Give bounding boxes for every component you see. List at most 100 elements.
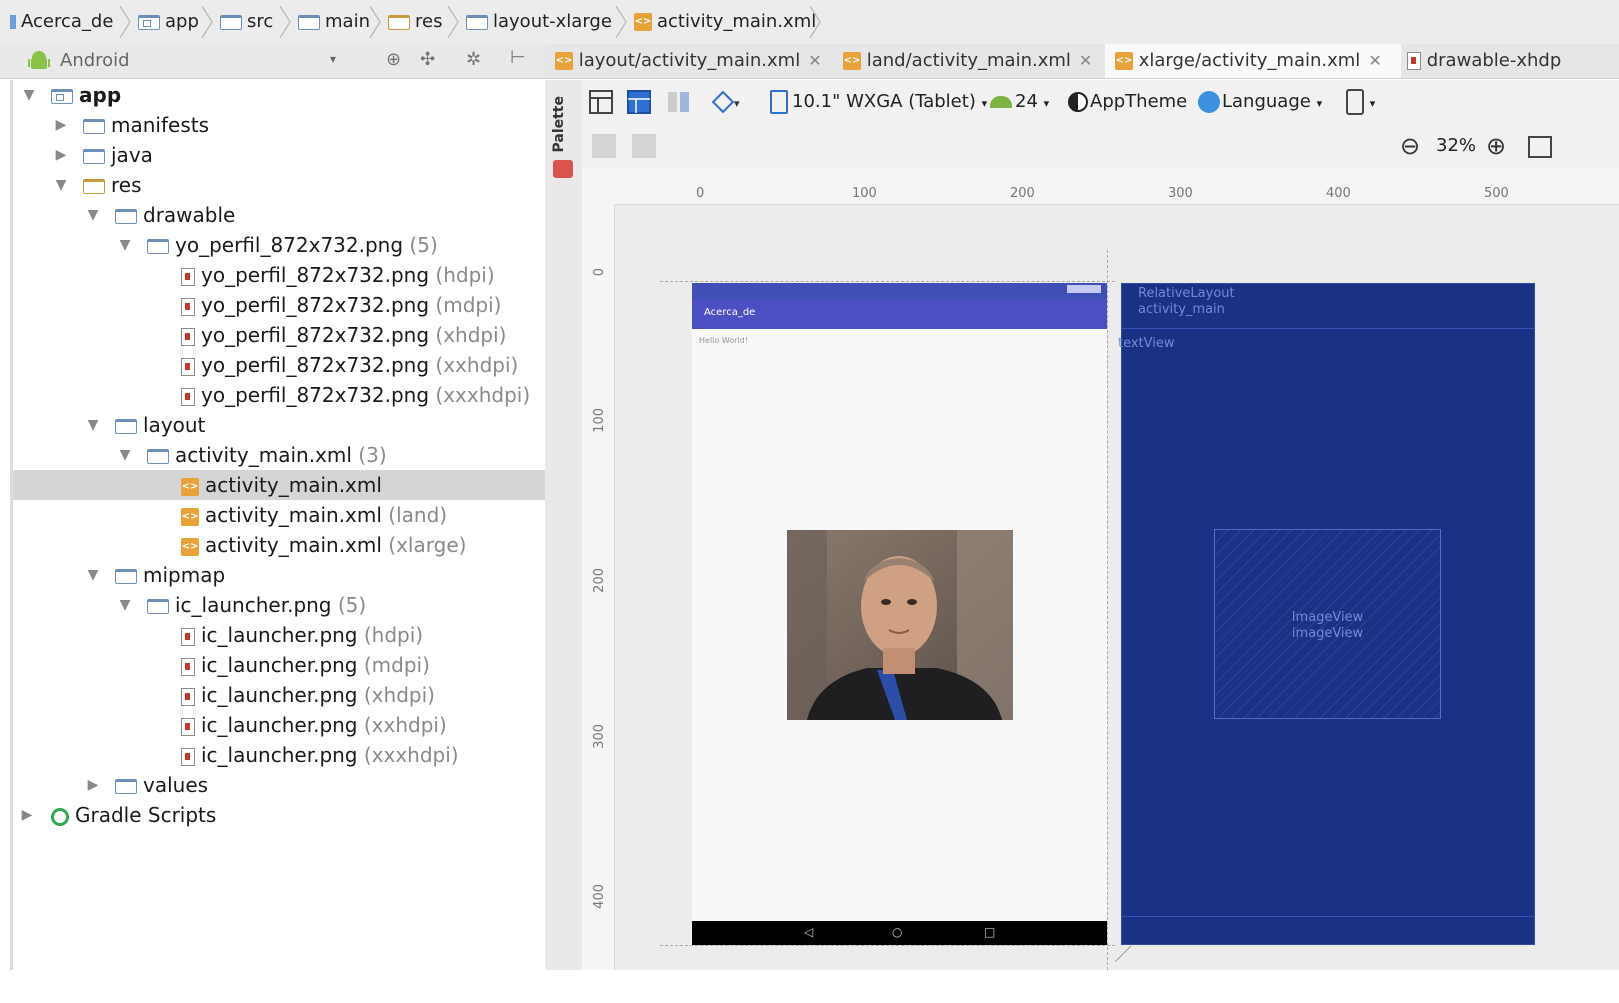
tree-item-yo-perfil-group[interactable]: ▼ yo_perfil_872x732.png (5)	[13, 230, 545, 260]
tree-item-drawable[interactable]: ▼ drawable	[13, 200, 545, 230]
tree-item-gradle-scripts[interactable]: ▶ Gradle Scripts	[13, 800, 545, 830]
tab-drawable-xhdpi[interactable]: drawable-xhdp	[1407, 44, 1561, 78]
tree-item-label: yo_perfil_872x732.png	[201, 263, 430, 287]
blueprint-textview-label[interactable]: textView	[1118, 336, 1175, 352]
tree-item-label: activity_main.xml	[175, 443, 352, 467]
collapse-arrow-icon[interactable]: ▶	[19, 800, 35, 830]
theme-selector[interactable]: AppTheme	[1068, 80, 1187, 124]
folder-icon	[115, 569, 137, 584]
breadcrumb-item-res[interactable]: res	[388, 0, 442, 44]
app-bar: Acerca_de	[692, 299, 1107, 329]
breadcrumb-item-acerca-de[interactable]: Acerca_de	[10, 0, 113, 44]
tree-item-yo-perfil-xxhdpi[interactable]: yo_perfil_872x732.png (xxhdpi)	[13, 350, 545, 380]
zoom-in-icon[interactable]: ⊕	[1486, 124, 1506, 168]
tree-item-activity-main-xlarge[interactable]: <> activity_main.xml (xlarge)	[13, 530, 545, 560]
preview-textview[interactable]: Hello World!	[699, 336, 748, 345]
android-icon	[990, 96, 1012, 108]
collapse-arrow-icon[interactable]: ▶	[85, 770, 101, 800]
tab-xlarge-activity-main[interactable]: <> xlarge/activity_main.xml ✕	[1105, 44, 1401, 78]
device-frame-icon[interactable]: ▾	[1346, 80, 1375, 124]
zoom-out-icon[interactable]: ⊖	[1400, 124, 1420, 168]
design-view-icon[interactable]	[588, 80, 614, 124]
tree-item-label: res	[111, 173, 142, 197]
tree-item-mipmap[interactable]: ▼ mipmap	[13, 560, 545, 590]
tree-item-values[interactable]: ▶ values	[13, 770, 545, 800]
gear-icon[interactable]: ✲	[466, 49, 481, 70]
tree-item-activity-main-group[interactable]: ▼ activity_main.xml (3)	[13, 440, 545, 470]
tab-land-activity-main[interactable]: <> land/activity_main.xml ✕	[843, 44, 1092, 78]
sync-icon[interactable]: ⊕	[386, 49, 401, 70]
tree-item-label: activity_main.xml	[205, 473, 382, 497]
project-view-selector[interactable]: Android	[60, 44, 130, 78]
res-folder-icon	[83, 179, 105, 194]
image-file-icon	[181, 357, 195, 376]
breadcrumb-item-activity-main[interactable]: <> activity_main.xml	[634, 0, 816, 44]
expand-arrow-icon[interactable]: ▼	[117, 590, 133, 620]
collapse-icon[interactable]: ✣	[420, 49, 435, 70]
ruler-label: 100	[592, 408, 607, 433]
tree-item-ic-launcher-group[interactable]: ▼ ic_launcher.png (5)	[13, 590, 545, 620]
tree-item-app[interactable]: ▼ app	[13, 80, 545, 110]
blueprint-view-icon[interactable]	[626, 80, 652, 124]
back-icon[interactable]: ◁	[804, 925, 813, 939]
autoconnect-icon[interactable]	[632, 134, 656, 158]
blueprint-imageview[interactable]: ImageView imageView	[1214, 529, 1441, 719]
tree-item-ic-launcher-hdpi[interactable]: ic_launcher.png (hdpi)	[13, 620, 545, 650]
tree-item-ic-launcher-xhdpi[interactable]: ic_launcher.png (xhdpi)	[13, 680, 545, 710]
zoom-fit-icon[interactable]	[1528, 136, 1552, 158]
folder-icon	[83, 149, 105, 164]
android-icon	[28, 50, 50, 76]
close-icon[interactable]: ✕	[808, 51, 821, 70]
breadcrumb-item-src[interactable]: src	[220, 0, 273, 44]
expand-arrow-icon[interactable]: ▼	[85, 410, 101, 440]
expand-arrow-icon[interactable]: ▼	[117, 230, 133, 260]
hide-panel-icon[interactable]: ⊢	[510, 47, 526, 68]
tree-item-yo-perfil-hdpi[interactable]: yo_perfil_872x732.png (hdpi)	[13, 260, 545, 290]
tree-item-qualifier: (xhdpi)	[363, 683, 435, 707]
tree-item-ic-launcher-mdpi[interactable]: ic_launcher.png (mdpi)	[13, 650, 545, 680]
project-view-selector-label: Android	[60, 50, 130, 71]
breadcrumb-item-app[interactable]: app	[138, 0, 199, 44]
tree-item-activity-main-default[interactable]: <> activity_main.xml	[13, 470, 545, 500]
expand-arrow-icon[interactable]: ▼	[85, 560, 101, 590]
home-icon[interactable]: ○	[892, 925, 902, 939]
profile-photo[interactable]	[787, 530, 1013, 720]
tree-item-yo-perfil-mdpi[interactable]: yo_perfil_872x732.png (mdpi)	[13, 290, 545, 320]
tree-item-yo-perfil-xhdpi[interactable]: yo_perfil_872x732.png (xhdpi)	[13, 320, 545, 350]
show-constraints-icon[interactable]	[592, 134, 616, 158]
tree-item-ic-launcher-xxhdpi[interactable]: ic_launcher.png (xxhdpi)	[13, 710, 545, 740]
tab-layout-activity-main[interactable]: <> layout/activity_main.xml ✕	[555, 44, 822, 78]
tree-item-manifests[interactable]: ▶ manifests	[13, 110, 545, 140]
orientation-icon[interactable]: ▾	[710, 80, 744, 124]
palette-sidebar[interactable]: Palette	[545, 80, 583, 970]
tree-item-ic-launcher-xxxhdpi[interactable]: ic_launcher.png (xxxhdpi)	[13, 740, 545, 770]
tree-item-res[interactable]: ▼ res	[13, 170, 545, 200]
device-selector[interactable]: 10.1" WXGA (Tablet) ▾	[770, 80, 987, 124]
palette-label[interactable]: Palette	[551, 96, 567, 153]
collapse-arrow-icon[interactable]: ▶	[53, 110, 69, 140]
dropdown-arrow-icon[interactable]: ▾	[330, 52, 336, 66]
ruler-label: 500	[1484, 186, 1509, 201]
close-icon[interactable]: ✕	[1079, 51, 1092, 70]
collapse-arrow-icon[interactable]: ▶	[53, 140, 69, 170]
tree-item-layout[interactable]: ▼ layout	[13, 410, 545, 440]
language-selector[interactable]: Language ▾	[1198, 80, 1322, 124]
breadcrumb-item-main[interactable]: main	[298, 0, 370, 44]
image-file-icon	[181, 747, 195, 766]
api-level-selector[interactable]: 24 ▾	[990, 80, 1049, 124]
tree-item-java[interactable]: ▶ java	[13, 140, 545, 170]
breadcrumb-item-layout-xlarge[interactable]: layout-xlarge	[466, 0, 612, 44]
recents-icon[interactable]: □	[984, 925, 995, 939]
close-icon[interactable]: ✕	[1368, 51, 1381, 70]
tree-item-activity-main-land[interactable]: <> activity_main.xml (land)	[13, 500, 545, 530]
expand-arrow-icon[interactable]: ▼	[117, 440, 133, 470]
expand-arrow-icon[interactable]: ▼	[85, 200, 101, 230]
both-views-icon[interactable]	[666, 80, 692, 124]
expand-arrow-icon[interactable]: ▼	[21, 80, 37, 110]
tree-item-label: ic_launcher.png	[201, 683, 358, 707]
expand-arrow-icon[interactable]: ▼	[53, 170, 69, 200]
module-icon	[10, 15, 16, 29]
tree-item-yo-perfil-xxxhdpi[interactable]: yo_perfil_872x732.png (xxxhdpi)	[13, 380, 545, 410]
tree-item-label: yo_perfil_872x732.png	[201, 353, 430, 377]
image-file-icon	[181, 627, 195, 646]
